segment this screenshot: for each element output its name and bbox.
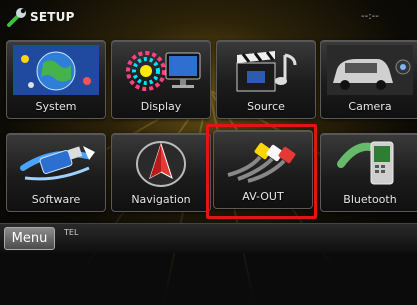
tel-indicator: TEL xyxy=(64,228,79,237)
selection-frame xyxy=(206,124,317,219)
source-clapper-icon xyxy=(236,51,297,92)
tile-software[interactable]: Software xyxy=(6,133,106,212)
tile-display[interactable]: Display xyxy=(111,40,211,119)
tile-label: Bluetooth xyxy=(343,193,397,206)
tile-label: System xyxy=(35,100,77,113)
tile-bluetooth[interactable]: Bluetooth xyxy=(320,133,417,212)
menu-button[interactable]: Menu xyxy=(4,227,55,250)
tile-navigation[interactable]: Navigation xyxy=(111,133,211,212)
tile-label: Display xyxy=(140,100,182,113)
tile-label: Camera xyxy=(348,100,392,113)
display-monitor-icon xyxy=(126,51,201,91)
tile-label: Navigation xyxy=(131,193,191,206)
page-title: SETUP xyxy=(30,10,75,24)
tile-label: Source xyxy=(247,100,285,113)
tile-label: Software xyxy=(31,193,81,206)
footer-bar: Menu TEL xyxy=(0,223,417,253)
system-globe-icon xyxy=(13,45,99,95)
header-bar: SETUP --:-- xyxy=(0,0,417,34)
setup-screen: SETUP --:-- System Display Source Camera… xyxy=(0,0,417,305)
tile-system[interactable]: System xyxy=(6,40,106,119)
software-usb-icon xyxy=(20,146,95,181)
camera-car-icon xyxy=(327,45,413,95)
clock: --:-- xyxy=(361,11,379,22)
tile-source[interactable]: Source xyxy=(216,40,316,119)
wrench-icon xyxy=(7,8,26,27)
tile-camera[interactable]: Camera xyxy=(320,40,417,119)
navigation-arrow-icon xyxy=(136,141,186,187)
bluetooth-phone-icon xyxy=(337,141,394,185)
